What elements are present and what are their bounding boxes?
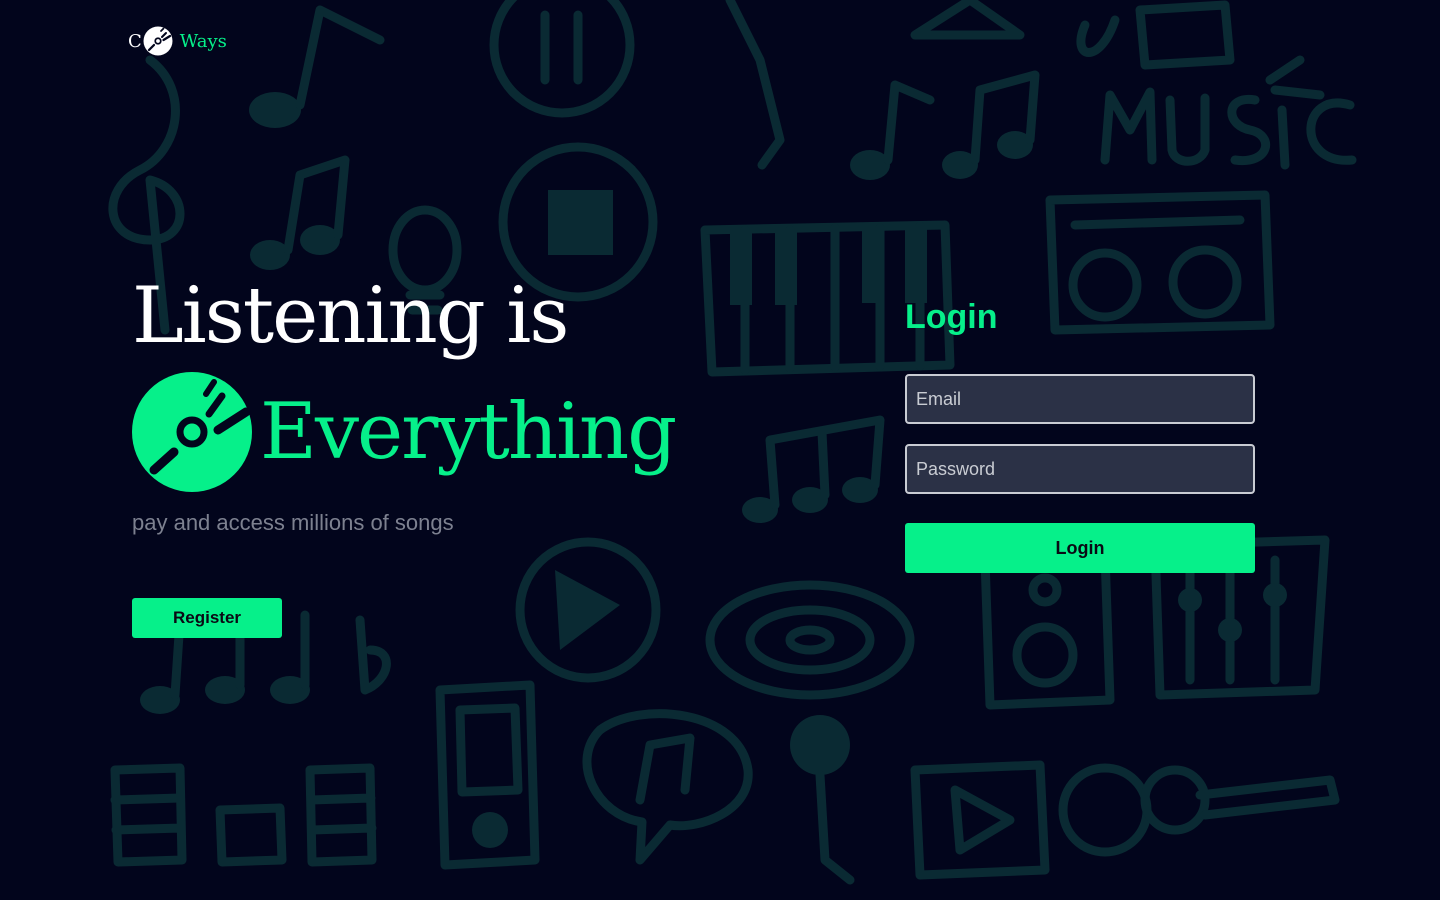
login-title: Login	[905, 298, 998, 336]
hero-headline-line1: Listening is	[132, 271, 569, 361]
email-field[interactable]	[905, 374, 1255, 424]
hero-tagline: pay and access millions of songs	[132, 510, 454, 535]
brand-prefix: C	[128, 30, 142, 52]
hero-highlight-word: Everything	[260, 387, 677, 477]
password-field[interactable]	[905, 444, 1255, 494]
disc-icon	[132, 372, 252, 492]
register-button[interactable]: Register	[132, 598, 282, 638]
hero-section: Listening is Everything	[132, 268, 677, 492]
login-form: Login Login	[905, 298, 1255, 573]
login-button[interactable]: Login	[905, 523, 1255, 573]
hero-headline-line2: Everything	[132, 372, 677, 492]
brand-logo[interactable]: C Ways	[128, 26, 227, 56]
disc-icon	[143, 26, 173, 56]
brand-suffix: Ways	[179, 30, 227, 52]
